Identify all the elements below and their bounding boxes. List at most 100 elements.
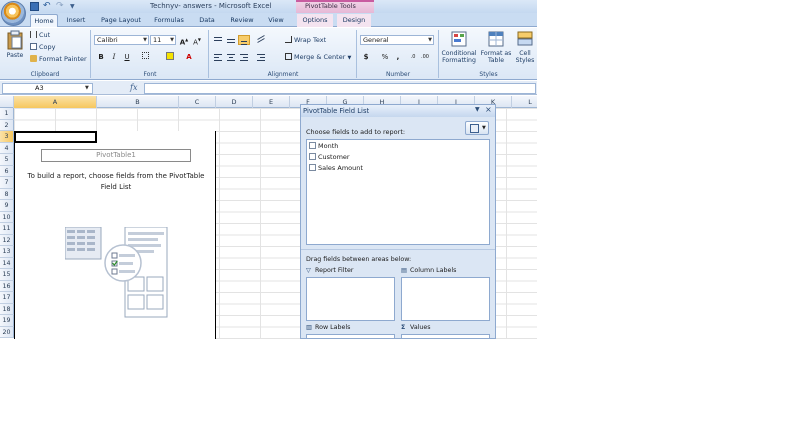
orientation-icon[interactable]: [255, 35, 267, 45]
dropdown-arrow-icon[interactable]: ▼: [85, 85, 89, 91]
field-list-layout-button[interactable]: ▼: [465, 121, 489, 135]
align-right-icon[interactable]: [238, 52, 250, 62]
quick-access-dropdown-icon[interactable]: ▼: [70, 2, 79, 11]
borders-icon: [141, 52, 149, 59]
field-sales-amount[interactable]: Sales Amount: [309, 163, 363, 173]
align-center-icon[interactable]: [225, 52, 237, 62]
column-header-d[interactable]: D: [216, 96, 253, 108]
row-header-5[interactable]: 5: [0, 154, 14, 166]
columns-icon: ▤: [401, 267, 407, 274]
align-left-icon[interactable]: [212, 52, 224, 62]
row-header-4[interactable]: 4: [0, 142, 14, 154]
row-header-2[interactable]: 2: [0, 119, 14, 131]
close-icon[interactable]: ×: [485, 105, 492, 114]
redo-icon[interactable]: ↷: [56, 2, 65, 11]
row-header-18[interactable]: 18: [0, 303, 14, 315]
tab-review[interactable]: Review: [226, 14, 258, 27]
row-header-9[interactable]: 9: [0, 200, 14, 212]
font-name-combo[interactable]: Calibri ▼: [94, 35, 149, 45]
insert-function-icon[interactable]: fx: [130, 83, 137, 92]
cell-styles-button[interactable]: Cell Styles: [513, 30, 537, 64]
font-color-button[interactable]: A: [184, 52, 194, 62]
align-bottom-icon[interactable]: [238, 35, 250, 45]
column-labels-area[interactable]: [401, 277, 490, 321]
select-all-corner[interactable]: [0, 96, 14, 108]
tab-view[interactable]: View: [262, 14, 290, 27]
column-header-e[interactable]: E: [253, 96, 290, 108]
row-header-12[interactable]: 12: [0, 234, 14, 246]
row-header-13[interactable]: 13: [0, 246, 14, 258]
italic-button[interactable]: I: [109, 52, 119, 62]
field-customer[interactable]: Customer: [309, 152, 350, 162]
row-header-17[interactable]: 17: [0, 292, 14, 304]
row-header-1[interactable]: 1: [0, 108, 14, 120]
grow-font-button[interactable]: A▲: [179, 35, 189, 46]
tab-data[interactable]: Data: [194, 14, 220, 27]
tab-options[interactable]: Options: [297, 14, 333, 27]
tab-formulas[interactable]: Formulas: [150, 14, 188, 27]
font-name-value: Calibri: [97, 36, 118, 44]
comma-button[interactable]: ,: [393, 52, 403, 62]
values-area[interactable]: [401, 334, 490, 338]
separator: [208, 30, 209, 78]
column-header-c[interactable]: C: [179, 96, 216, 108]
merge-center-button[interactable]: Merge & Center ▼: [285, 53, 351, 63]
field-month[interactable]: Month: [309, 141, 338, 151]
checkbox[interactable]: [309, 164, 316, 171]
row-header-7[interactable]: 7: [0, 177, 14, 189]
formula-input[interactable]: [144, 83, 536, 94]
report-filter-area[interactable]: [306, 277, 395, 321]
decrease-decimal-button[interactable]: .00: [420, 52, 430, 62]
row-header-16[interactable]: 16: [0, 280, 14, 292]
column-header-l[interactable]: L: [512, 96, 537, 108]
pane-splitter[interactable]: [301, 249, 495, 253]
shrink-font-button[interactable]: A▼: [192, 35, 202, 46]
tab-home[interactable]: Home: [30, 14, 58, 27]
underline-button[interactable]: U: [122, 52, 132, 62]
tab-page-layout[interactable]: Page Layout: [98, 14, 144, 27]
pivottable-placeholder[interactable]: PivotTable1 To build a report, choose fi…: [14, 131, 216, 339]
cut-button[interactable]: Cut: [30, 31, 50, 40]
selected-cell-a3[interactable]: [14, 131, 97, 143]
row-header-15[interactable]: 15: [0, 269, 14, 281]
column-header-b[interactable]: B: [97, 96, 179, 108]
undo-icon[interactable]: ↶: [43, 2, 52, 11]
row-header-14[interactable]: 14: [0, 257, 14, 269]
fill-color-button[interactable]: [165, 52, 175, 62]
checkbox[interactable]: [309, 153, 316, 160]
row-header-3[interactable]: 3: [0, 131, 14, 143]
save-icon[interactable]: [30, 2, 39, 11]
pane-options-icon[interactable]: ▼: [475, 106, 480, 113]
format-as-table-button[interactable]: Format as Table: [479, 30, 513, 64]
row-header-8[interactable]: 8: [0, 188, 14, 200]
indent-icon[interactable]: [255, 52, 267, 62]
tab-insert[interactable]: Insert: [62, 14, 90, 27]
row-header-6[interactable]: 6: [0, 165, 14, 177]
row-header-20[interactable]: 20: [0, 326, 14, 338]
row-header-11[interactable]: 11: [0, 223, 14, 235]
row-labels-area[interactable]: [306, 334, 395, 338]
name-box[interactable]: A3: [2, 83, 93, 94]
paste-button[interactable]: Paste: [3, 30, 27, 59]
conditional-formatting-button[interactable]: Conditional Formatting: [441, 30, 477, 64]
row-header-10[interactable]: 10: [0, 211, 14, 223]
tab-design[interactable]: Design: [337, 14, 371, 27]
bold-button[interactable]: B: [96, 52, 106, 62]
copy-button[interactable]: Copy: [30, 43, 56, 52]
currency-button[interactable]: $: [361, 52, 371, 62]
percent-button[interactable]: %: [380, 52, 390, 62]
row-header-19[interactable]: 19: [0, 315, 14, 327]
font-size-combo[interactable]: 11 ▼: [150, 35, 176, 45]
increase-decimal-button[interactable]: .0: [408, 52, 418, 62]
align-middle-icon[interactable]: [225, 35, 237, 45]
borders-button[interactable]: [140, 52, 150, 62]
format-painter-button[interactable]: Format Painter: [30, 55, 87, 64]
number-format-combo[interactable]: General ▼: [360, 35, 434, 45]
office-button[interactable]: [1, 1, 26, 26]
wrap-text-button[interactable]: Wrap Text: [285, 36, 326, 45]
rows-icon: ▥: [306, 324, 312, 331]
column-header-a[interactable]: A: [14, 96, 97, 108]
checkbox[interactable]: [309, 142, 316, 149]
align-top-icon[interactable]: [212, 35, 224, 45]
dropdown-arrow-icon: ▼: [143, 37, 147, 43]
